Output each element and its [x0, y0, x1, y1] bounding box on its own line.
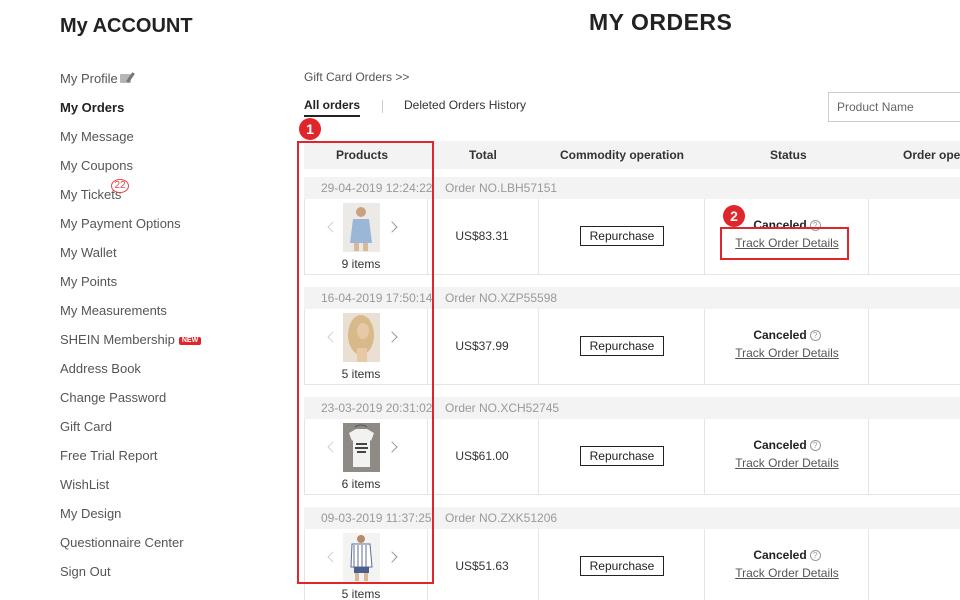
annotation-marker: 2 [723, 205, 745, 227]
sidebar-item-label: My Payment Options [60, 216, 181, 231]
order-total-cell: US$51.63 [428, 529, 539, 600]
sidebar-item-label: My Orders [60, 100, 125, 115]
sidebar-item-label: Free Trial Report [60, 448, 158, 463]
sidebar-item-label: My Points [60, 274, 118, 289]
track-order-details-link[interactable]: Track Order Details [705, 346, 869, 360]
sidebar-item-questionnaire-center[interactable]: Questionnaire Center [60, 534, 201, 563]
column-header-total: Total [469, 148, 497, 162]
help-icon[interactable]: ? [809, 330, 821, 341]
repurchase-button[interactable]: Repurchase [580, 226, 664, 246]
status-cell: Canceled? Track Order Details [705, 309, 869, 385]
gift-card-orders-link[interactable]: Gift Card Orders >> [304, 70, 409, 84]
sidebar-item-my-orders[interactable]: My Orders [60, 99, 201, 128]
sidebar-item-label: Questionnaire Center [60, 535, 184, 550]
order-number: Order NO.ZXK51206 [445, 511, 558, 525]
page-title: MY ORDERS [589, 9, 733, 35]
order-total-cell: US$83.31 [428, 199, 539, 275]
track-order-details-link[interactable]: Track Order Details [705, 566, 869, 580]
sidebar-item-label: My Coupons [60, 158, 133, 173]
sidebar-item-gift-card[interactable]: Gift Card [60, 418, 201, 447]
order-number: Order NO.LBH57151 [445, 181, 558, 195]
status-text: Canceled [753, 548, 807, 562]
sidebar-item-my-tickets[interactable]: My Tickets 22 [60, 179, 201, 215]
column-header-order-operation: Order ope [903, 148, 960, 162]
order-total-cell: US$37.99 [428, 309, 539, 385]
sidebar-item-my-wallet[interactable]: My Wallet [60, 244, 201, 273]
account-sidebar: My ACCOUNT My Profile My Orders My Messa… [0, 0, 290, 600]
status-text: Canceled [753, 438, 807, 452]
order-status: Canceled? [705, 548, 869, 562]
repurchase-button[interactable]: Repurchase [580, 446, 664, 466]
edit-profile-icon [119, 72, 136, 84]
sidebar-item-my-design[interactable]: My Design [60, 505, 201, 534]
status-text: Canceled [753, 328, 807, 342]
sidebar-item-label: My Design [60, 506, 122, 521]
items-count: 5 items [341, 587, 381, 600]
sidebar-item-label: My Measurements [60, 303, 167, 318]
annotation-box-products [297, 141, 434, 584]
order-status: Canceled? [705, 438, 869, 452]
sidebar-item-label: Change Password [60, 390, 167, 405]
sidebar-item-shein-membership[interactable]: SHEIN Membership NEW [60, 331, 202, 360]
commodity-operation-cell: Repurchase [539, 419, 705, 495]
tab-deleted-orders-history[interactable]: Deleted Orders History [404, 98, 526, 112]
commodity-operation-cell: Repurchase [539, 309, 705, 385]
sidebar-item-my-coupons[interactable]: My Coupons [60, 157, 201, 186]
status-cell: Canceled? Track Order Details [705, 529, 869, 600]
status-cell: Canceled? Track Order Details [705, 419, 869, 495]
commodity-operation-cell: Repurchase [539, 529, 705, 600]
repurchase-button[interactable]: Repurchase [580, 336, 664, 356]
order-total-cell: US$61.00 [428, 419, 539, 495]
track-order-details-link[interactable]: Track Order Details [705, 456, 869, 470]
sidebar-item-label: Address Book [60, 361, 141, 376]
order-number: Order NO.XCH52745 [445, 401, 560, 415]
order-total: US$51.63 [455, 559, 509, 573]
sidebar-menu: My Profile My Orders My Message My Coupo… [60, 70, 202, 592]
sidebar-item-my-payment-options[interactable]: My Payment Options [60, 215, 201, 244]
annotation-box-track-order [720, 227, 849, 260]
new-badge: NEW [178, 337, 202, 345]
sidebar-item-sign-out[interactable]: Sign Out [60, 563, 201, 592]
tab-all-orders[interactable]: All orders [304, 98, 361, 117]
ticket-count-badge: 22 [111, 179, 129, 193]
tab-divider [382, 100, 383, 113]
sidebar-item-my-message[interactable]: My Message [60, 128, 201, 157]
help-icon[interactable]: ? [809, 440, 821, 451]
sidebar-item-label: SHEIN Membership [60, 332, 175, 347]
order-status: Canceled? [705, 328, 869, 342]
sidebar-item-my-profile[interactable]: My Profile [60, 70, 201, 99]
order-total: US$37.99 [455, 339, 509, 353]
sidebar-item-label: WishList [60, 477, 110, 492]
order-total: US$61.00 [455, 449, 509, 463]
product-name-search-input[interactable] [828, 92, 960, 122]
repurchase-button[interactable]: Repurchase [580, 556, 664, 576]
sidebar-item-label: My Wallet [60, 245, 117, 260]
column-header-status: Status [770, 148, 807, 162]
sidebar-title: My ACCOUNT [60, 15, 193, 37]
commodity-operation-cell: Repurchase [539, 199, 705, 275]
column-header-commodity-operation: Commodity operation [560, 148, 685, 162]
sidebar-item-label: My Message [60, 129, 134, 144]
sidebar-item-label: My Profile [60, 71, 118, 86]
sidebar-item-label: Gift Card [60, 419, 113, 434]
annotation-marker: 1 [299, 118, 321, 140]
sidebar-item-my-measurements[interactable]: My Measurements [60, 302, 201, 331]
sidebar-item-label: Sign Out [60, 564, 111, 579]
order-number: Order NO.XZP55598 [445, 291, 558, 305]
sidebar-item-wishlist[interactable]: WishList [60, 476, 201, 505]
order-total: US$83.31 [455, 229, 509, 243]
sidebar-item-change-password[interactable]: Change Password [60, 389, 201, 418]
help-icon[interactable]: ? [809, 550, 821, 561]
sidebar-item-address-book[interactable]: Address Book [60, 360, 201, 389]
sidebar-item-free-trial-report[interactable]: Free Trial Report [60, 447, 201, 476]
sidebar-item-my-points[interactable]: My Points [60, 273, 201, 302]
